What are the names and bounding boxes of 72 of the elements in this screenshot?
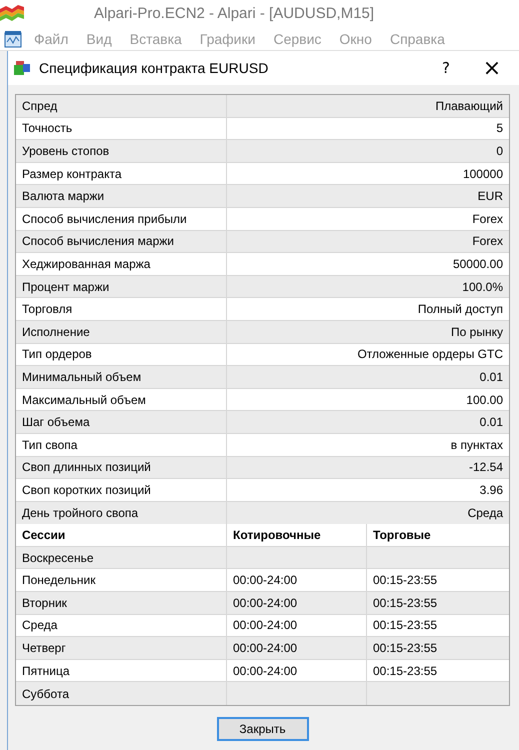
- table-cell: Способ вычисления маржи: [16, 230, 227, 252]
- close-button[interactable]: Закрыть: [216, 717, 308, 742]
- table-cell: Исполнение: [16, 320, 227, 343]
- chart-icon[interactable]: [4, 30, 22, 48]
- table-cell-text: в пунктах: [450, 436, 504, 454]
- table-cell: Четверг: [16, 637, 227, 659]
- menu-item[interactable]: Окно: [333, 30, 384, 46]
- column-header: Торговые: [372, 527, 432, 544]
- table-cell: 00:00-24:00: [227, 592, 367, 614]
- close-button[interactable]: ×: [469, 51, 515, 85]
- menu-item[interactable]: Файл: [28, 30, 80, 46]
- table-cell-text: Плавающий: [434, 98, 504, 115]
- table-cell: 00:00-24:00: [227, 660, 367, 682]
- table-cell: Способ вычисления прибыли: [16, 208, 227, 230]
- table-cell-text: Полный доступ: [416, 301, 504, 318]
- table-cell: Тип свопа: [16, 434, 227, 456]
- menu-item[interactable]: Вставка: [124, 30, 194, 46]
- table-cell: Своп коротких позиций: [16, 479, 227, 501]
- table-cell: Суббота: [16, 682, 227, 706]
- table-cell-text: 100000: [462, 166, 504, 183]
- column-header: Котировочные: [227, 524, 367, 546]
- table-cell: Понедельник: [16, 569, 227, 592]
- table-cell-text: EUR: [476, 188, 504, 206]
- table-cell: Воскресенье: [16, 546, 227, 568]
- menu-item[interactable]: Вид: [80, 30, 124, 46]
- contract-icon: [13, 60, 31, 76]
- table-cell: Пятница: [16, 660, 227, 682]
- table-cell-text: 00:15-23:55: [372, 640, 438, 658]
- window-title: Alpari-Pro.ECN2 - Alpari - [AUDUSD,M15]: [94, 5, 374, 22]
- table-cell: Минимальный объем: [16, 366, 227, 388]
- help-button[interactable]: ?: [423, 51, 469, 85]
- table-cell-text: 0: [495, 142, 504, 160]
- table-cell: 00:00-24:00: [227, 637, 367, 659]
- table-cell: Среда: [16, 614, 227, 636]
- table-cell: 00:00-24:00: [227, 614, 367, 636]
- table-cell: Точность: [16, 118, 227, 140]
- table-cell: Размер контракта: [16, 162, 227, 184]
- table-cell-text: Forex: [471, 210, 504, 228]
- table-cell-text: 100.00: [465, 392, 504, 409]
- table-cell: Хеджированная маржа: [16, 253, 227, 275]
- table-cell: Валюта маржи: [16, 185, 227, 207]
- table-cell: Торговля: [16, 298, 227, 320]
- menu-item[interactable]: Сервис: [267, 30, 334, 46]
- table-cell: Тип ордеров: [16, 344, 227, 366]
- table-cell: Процент маржи: [16, 276, 227, 298]
- table-cell-text: 5: [495, 120, 504, 138]
- table-cell-text: -12.54: [468, 459, 504, 476]
- table-cell-text: Отложенные ордеры GTC: [356, 346, 504, 364]
- table-cell: Максимальный объем: [16, 388, 227, 410]
- table-cell: Шаг объема: [16, 411, 227, 433]
- table-cell-text: 3.96: [478, 482, 504, 499]
- column-header: Сессии: [16, 524, 227, 546]
- table-cell: Вторник: [16, 592, 227, 614]
- table-cell-text: 00:15-23:55: [372, 662, 438, 680]
- table-cell-text: 0.01: [478, 368, 504, 386]
- table-cell-text: По рынку: [450, 324, 504, 341]
- table-cell-text: 0.01: [478, 414, 504, 432]
- table-cell-text: Forex: [471, 233, 504, 250]
- table-cell: Спред: [16, 95, 227, 117]
- dialog-title: Спецификация контракта EURUSD: [39, 60, 268, 76]
- table-cell: 00:00-24:00: [227, 569, 367, 592]
- table-cell-text: 00:15-23:55: [372, 594, 438, 612]
- menu-item[interactable]: Справка: [384, 30, 457, 46]
- menu-item[interactable]: Графики: [194, 30, 268, 46]
- table-cell-text: 00:15-23:55: [372, 617, 438, 634]
- table-cell: Уровень стопов: [16, 140, 227, 162]
- table-cell-text: Среда: [466, 504, 504, 522]
- table-cell-text: 50000.00: [452, 256, 504, 273]
- table-cell: Своп длинных позиций: [16, 456, 227, 478]
- table-cell-text: 00:15-23:55: [372, 572, 438, 590]
- app-logo-icon: [0, 3, 24, 23]
- table-cell-text: 100.0%: [461, 278, 504, 296]
